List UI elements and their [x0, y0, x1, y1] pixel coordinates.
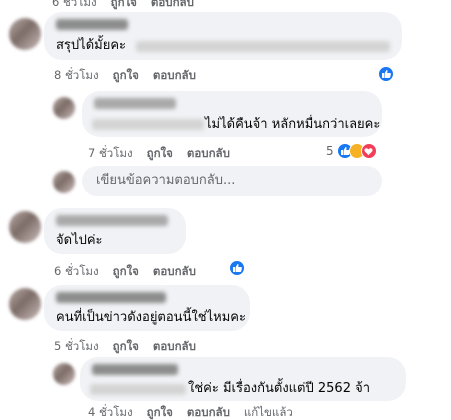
commenter-name-redacted[interactable]: [56, 292, 166, 303]
reply-button[interactable]: ตอบกลับ: [187, 404, 230, 420]
comment-text: คนที่เป็นข่าวดังอยู่ตอนนี้ใช่ไหมคะ: [56, 310, 246, 325]
redacted-text: [90, 384, 186, 395]
comment-time[interactable]: 7 ชั่วโมง: [88, 145, 133, 163]
comment-bubble: ใช่ค่ะ มีเรื่องกันตั้งแต่ปี 2562 จ้า: [80, 357, 406, 401]
redacted-text: [92, 119, 204, 130]
avatar[interactable]: [53, 363, 75, 385]
reply-input[interactable]: เขียนข้อความตอบกลับ...: [82, 166, 382, 196]
like-button[interactable]: ถูกใจ: [113, 263, 139, 281]
comment-actions-top-partial: 6 ชั่วโมง ถูกใจ ตอบกลับ: [52, 0, 208, 12]
comment-bubble: คนที่เป็นข่าวดังอยู่ตอนนี้ใช่ไหมคะ: [44, 285, 250, 331]
like-button[interactable]: ถูกใจ: [111, 0, 137, 12]
avatar[interactable]: [9, 211, 41, 243]
comment-time[interactable]: 5 ชั่วโมง: [54, 338, 99, 356]
reaction-summary[interactable]: [378, 66, 394, 82]
commenter-name-redacted[interactable]: [56, 215, 168, 226]
edited-label: แก้ไขแล้ว: [243, 405, 293, 419]
commenter-name-redacted[interactable]: [56, 19, 128, 30]
comment-actions: 4 ชั่วโมง ถูกใจ ตอบกลับ แก้ไขแล้ว: [88, 404, 307, 420]
comment-bubble: ไม่ได้คืนจ้า หลักหมื่นกว่าเลยคะ: [82, 91, 382, 137]
comment-time[interactable]: 4 ชั่วโมง: [88, 404, 133, 420]
comment-text: ใช่ค่ะ มีเรื่องกันตั้งแต่ปี 2562 จ้า: [188, 381, 371, 396]
avatar: [53, 171, 75, 193]
like-button[interactable]: ถูกใจ: [113, 67, 139, 85]
comment-actions: 5 ชั่วโมง ถูกใจ ตอบกลับ: [54, 338, 210, 356]
comment-actions: 8 ชั่วโมง ถูกใจ ตอบกลับ: [54, 67, 210, 85]
reaction-summary[interactable]: [229, 260, 245, 276]
reaction-count: 5: [326, 144, 334, 158]
comment-text: จัดไปค่ะ: [56, 233, 103, 248]
comment-time[interactable]: 8 ชั่วโมง: [54, 67, 99, 85]
like-button[interactable]: ถูกใจ: [147, 404, 173, 420]
redacted-text: [136, 41, 390, 52]
reply-button[interactable]: ตอบกลับ: [153, 263, 196, 281]
reaction-summary[interactable]: 5: [326, 143, 377, 159]
comment-bubble: จัดไปค่ะ: [44, 208, 186, 254]
like-reaction-icon: [378, 66, 394, 82]
comment-time[interactable]: 6 ชั่วโมง: [52, 0, 97, 12]
avatar[interactable]: [9, 288, 41, 320]
comment-time[interactable]: 6 ชั่วโมง: [54, 263, 99, 281]
reply-button[interactable]: ตอบกลับ: [151, 0, 194, 12]
comment-actions: 7 ชั่วโมง ถูกใจ ตอบกลับ: [88, 145, 244, 163]
avatar[interactable]: [53, 97, 75, 119]
like-button[interactable]: ถูกใจ: [113, 338, 139, 356]
like-reaction-icon: [229, 260, 245, 276]
comment-text: ไม่ได้คืนจ้า หลักหมื่นกว่าเลยคะ: [205, 117, 381, 132]
comment-actions: 6 ชั่วโมง ถูกใจ ตอบกลับ: [54, 263, 210, 281]
comment-bubble: สรุปได้มั้ยคะ: [44, 12, 402, 60]
love-reaction-icon: [360, 143, 377, 159]
reply-button[interactable]: ตอบกลับ: [153, 338, 196, 356]
avatar[interactable]: [9, 18, 41, 50]
reply-placeholder: เขียนข้อความตอบกลับ...: [96, 173, 236, 188]
reply-button[interactable]: ตอบกลับ: [187, 145, 230, 163]
commenter-name-redacted[interactable]: [94, 98, 176, 109]
commenter-name-redacted[interactable]: [92, 364, 178, 375]
reply-button[interactable]: ตอบกลับ: [153, 67, 196, 85]
comment-text: สรุปได้มั้ยคะ: [56, 38, 127, 53]
like-button[interactable]: ถูกใจ: [147, 145, 173, 163]
